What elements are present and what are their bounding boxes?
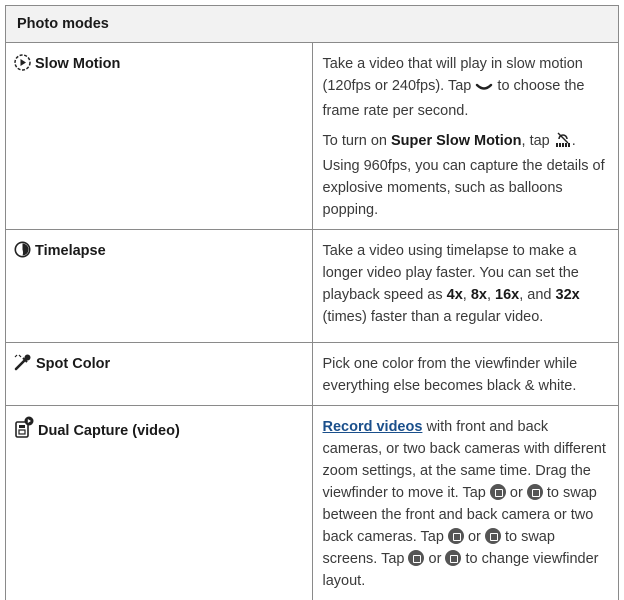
mode-description-cell: Take a video using timelapse to make a l…	[312, 230, 619, 343]
swap-camera-icon	[490, 484, 506, 500]
description-paragraph: To turn on Super Slow Motion, tap . Usin…	[323, 130, 609, 221]
mode-description-cell: Record videos with front and back camera…	[312, 406, 619, 600]
chevron-down-icon	[475, 78, 493, 100]
mode-label: Slow Motion	[35, 56, 120, 72]
layout-icon	[408, 550, 424, 566]
table-row: Timelapse Take a video using timelapse t…	[6, 230, 619, 343]
photo-modes-table: Photo modes Slow Motion Take a video tha…	[5, 5, 619, 600]
description-text: (times) faster than a regular video.	[323, 309, 544, 325]
timelapse-icon	[14, 241, 31, 265]
description-text: or	[464, 529, 485, 545]
dual-capture-icon	[14, 416, 34, 445]
mode-name-cell: Timelapse	[6, 230, 313, 343]
mode-label: Timelapse	[35, 243, 106, 259]
swap-screens-icon	[448, 528, 464, 544]
mode-description-cell: Pick one color from the viewfinder while…	[312, 343, 619, 406]
mode-label: Dual Capture (video)	[38, 423, 180, 439]
table-row: Spot Color Pick one color from the viewf…	[6, 343, 619, 406]
separator: ,	[487, 287, 495, 303]
mode-name-cell: Dual Capture (video)	[6, 406, 313, 600]
slow-motion-icon	[14, 54, 31, 78]
separator: , and	[519, 287, 555, 303]
mode-name-cell: Slow Motion	[6, 43, 313, 230]
description-paragraph: Pick one color from the viewfinder while…	[323, 353, 609, 397]
description-text: or	[424, 551, 445, 567]
description-text: or	[506, 485, 527, 501]
spot-color-icon	[14, 353, 32, 378]
description-text: , tap	[522, 133, 554, 149]
swap-screens-alt-icon	[485, 528, 501, 544]
table-row: Slow Motion Take a video that will play …	[6, 43, 619, 230]
super-slow-motion-label: Super Slow Motion	[391, 133, 522, 149]
description-paragraph: Take a video using timelapse to make a l…	[323, 240, 609, 328]
description-paragraph: Record videos with front and back camera…	[323, 416, 609, 592]
table-header: Photo modes	[6, 6, 619, 43]
speed-value: 8x	[471, 287, 487, 303]
swap-camera-alt-icon	[527, 484, 543, 500]
table-row: Dual Capture (video) Record videos with …	[6, 406, 619, 600]
mode-description-cell: Take a video that will play in slow moti…	[312, 43, 619, 230]
speed-value: 32x	[556, 287, 580, 303]
separator: ,	[463, 287, 471, 303]
mode-name-cell: Spot Color	[6, 343, 313, 406]
record-videos-link[interactable]: Record videos	[323, 419, 423, 435]
mode-label: Spot Color	[36, 356, 110, 372]
super-slow-motion-icon	[554, 130, 572, 155]
description-text: To turn on	[323, 133, 392, 149]
description-paragraph: Take a video that will play in slow moti…	[323, 53, 609, 122]
layout-alt-icon	[445, 550, 461, 566]
speed-value: 4x	[447, 287, 463, 303]
speed-value: 16x	[495, 287, 519, 303]
